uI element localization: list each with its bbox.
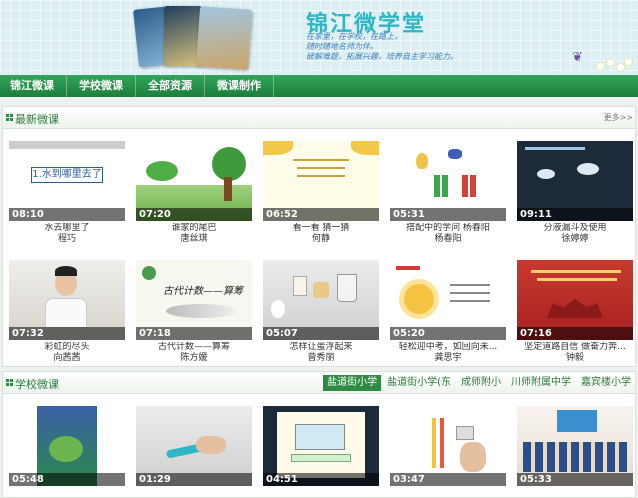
video-card[interactable]: 09:11 分液漏斗及使用 徐婷婷 xyxy=(517,141,633,245)
grid-icon xyxy=(6,379,14,387)
video-thumbnail[interactable]: 04:51 xyxy=(263,406,379,486)
video-author: 程巧 xyxy=(57,234,76,244)
video-card[interactable]: 05:31 搭配中的学问 杨春阳 杨春阳 xyxy=(390,141,506,245)
slogan-line: 在家里，在学校，在路上， xyxy=(306,32,402,41)
duration-badge: 04:51 xyxy=(263,473,379,486)
video-card[interactable]: 01:29 xyxy=(136,406,252,486)
video-card[interactable]: 05:33 xyxy=(517,406,633,486)
video-title[interactable]: 看一看 猜一猜 xyxy=(263,223,379,234)
video-thumbnail[interactable]: 09:11 xyxy=(517,141,633,221)
duration-badge: 05:20 xyxy=(390,327,506,340)
section-header: 最新微课 更多>> xyxy=(3,107,635,129)
video-title[interactable]: 彩虹的尽头 xyxy=(9,342,125,353)
duration-badge: 07:16 xyxy=(517,327,633,340)
video-title[interactable]: 坚定道路自信 做奋力奔... xyxy=(517,342,633,353)
duration-badge: 07:32 xyxy=(9,327,125,340)
duration-badge: 08:10 xyxy=(9,208,125,221)
nav-item-jinjiang-weike[interactable]: 锦江微课 xyxy=(0,75,67,97)
video-card[interactable]: 古代计数——算筹 07:18 古代计数——算筹 陈方媛 xyxy=(136,260,252,364)
video-author: 杨春阳 xyxy=(434,234,462,244)
video-card[interactable]: 05:48 xyxy=(9,406,125,486)
duration-badge: 07:20 xyxy=(136,208,252,221)
video-thumbnail[interactable]: 1.水到哪里去了 08:10 xyxy=(9,141,125,221)
video-thumbnail[interactable]: 古代计数——算筹 07:18 xyxy=(136,260,252,340)
video-thumbnail[interactable]: 07:20 xyxy=(136,141,252,221)
tab-chuanshi-middle[interactable]: 川师附属中学 xyxy=(507,375,575,391)
flower-decoration xyxy=(594,54,634,75)
book-cover-3 xyxy=(195,6,253,70)
nav-item-school-weike[interactable]: 学校微课 xyxy=(67,75,136,97)
books-illustration xyxy=(133,4,256,70)
video-thumbnail[interactable]: 03:47 xyxy=(390,406,506,486)
video-thumbnail[interactable]: 05:48 xyxy=(9,406,125,486)
video-thumbnail[interactable]: 05:07 xyxy=(263,260,379,340)
slogan-line: 随时随地名师为伴。 xyxy=(306,42,378,51)
duration-badge: 03:47 xyxy=(390,473,506,486)
latest-section: 最新微课 更多>> 1.水到哪里去了 08:10 水去哪里了 程巧 07:20 … xyxy=(2,106,636,367)
tab-yandaojie[interactable]: 盐道街小学 xyxy=(323,375,382,391)
video-thumbnail[interactable]: 07:16 xyxy=(517,260,633,340)
section-header: 学校微课 盐道街小学 盐道街小学(东 成师附小 川师附属中学 嘉宾楼小学 xyxy=(3,372,635,394)
video-card[interactable]: 06:52 看一看 猜一猜 何静 xyxy=(263,141,379,245)
video-thumbnail[interactable]: 05:33 xyxy=(517,406,633,486)
video-card[interactable]: 04:51 xyxy=(263,406,379,486)
video-title[interactable]: 古代计数——算筹 xyxy=(136,342,252,353)
video-card[interactable]: 1.水到哪里去了 08:10 水去哪里了 程巧 xyxy=(9,141,125,245)
tab-jiabinlou[interactable]: 嘉宾楼小学 xyxy=(577,375,635,391)
video-card[interactable]: 03:47 xyxy=(390,406,506,486)
duration-badge: 05:07 xyxy=(263,327,379,340)
school-section: 学校微课 盐道街小学 盐道街小学(东 成师附小 川师附属中学 嘉宾楼小学 05:… xyxy=(2,371,636,498)
video-card[interactable]: 07:16 坚定道路自信 做奋力奔... 钟毅 xyxy=(517,260,633,364)
video-card[interactable]: 07:20 谁家的尾巴 唐丝琪 xyxy=(136,141,252,245)
video-card[interactable]: 07:32 彩虹的尽头 向茜茜 xyxy=(9,260,125,364)
video-author: 徐婷婷 xyxy=(561,234,589,244)
section-title: 最新微课 xyxy=(15,113,59,126)
duration-badge: 05:48 xyxy=(9,473,125,486)
site-slogan: 在家里，在学校，在路上， 随时随地名师为伴。 破解难题，拓展兴趣，培养自主学习能… xyxy=(306,32,506,62)
section-title: 学校微课 xyxy=(15,378,59,391)
video-thumbnail[interactable]: 01:29 xyxy=(136,406,252,486)
duration-badge: 01:29 xyxy=(136,473,252,486)
video-title[interactable]: 搭配中的学问 杨春阳 xyxy=(390,223,506,234)
video-thumbnail[interactable]: 07:32 xyxy=(9,260,125,340)
slide-title: 古代计数——算筹 xyxy=(163,286,243,297)
main-nav: 锦江微课 学校微课 全部资源 微课制作 xyxy=(0,75,638,97)
tab-yandaojie-east[interactable]: 盐道街小学(东 xyxy=(383,375,455,391)
video-title[interactable]: 谁家的尾巴 xyxy=(136,223,252,234)
grid-icon xyxy=(6,114,14,122)
butterfly-icon: ❦ xyxy=(572,50,583,65)
video-title[interactable]: 分液漏斗及使用 xyxy=(517,223,633,234)
tab-chengshi-fuxiao[interactable]: 成师附小 xyxy=(457,375,505,391)
video-title[interactable]: 水去哪里了 xyxy=(9,223,125,234)
video-author: 曾秀丽 xyxy=(307,353,335,363)
video-thumbnail[interactable]: 05:20 xyxy=(390,260,506,340)
video-card[interactable]: 05:20 轻松迎中考，如回向未... 龚思宇 xyxy=(390,260,506,364)
video-author: 陈方媛 xyxy=(180,353,208,363)
duration-badge: 05:33 xyxy=(517,473,633,486)
video-author: 向茜茜 xyxy=(53,353,81,363)
more-link[interactable]: 更多>> xyxy=(604,112,633,123)
video-author: 钟毅 xyxy=(565,353,584,363)
video-thumbnail[interactable]: 06:52 xyxy=(263,141,379,221)
video-title[interactable]: 怎样让蛋浮起来 xyxy=(263,342,379,353)
video-thumbnail[interactable]: 05:31 xyxy=(390,141,506,221)
video-author: 龚思宇 xyxy=(434,353,462,363)
video-author: 何静 xyxy=(311,234,330,244)
duration-badge: 06:52 xyxy=(263,208,379,221)
nav-item-weike-making[interactable]: 微课制作 xyxy=(205,75,274,97)
duration-badge: 05:31 xyxy=(390,208,506,221)
slogan-line: 破解难题，拓展兴趣，培养自主学习能力。 xyxy=(306,52,458,61)
header-banner: 锦江微学堂 在家里，在学校，在路上， 随时随地名师为伴。 破解难题，拓展兴趣，培… xyxy=(0,0,638,75)
duration-badge: 07:18 xyxy=(136,327,252,340)
slide-title: 1.水到哪里去了 xyxy=(31,167,103,183)
school-tabs: 盐道街小学 盐道街小学(东 成师附小 川师附属中学 嘉宾楼小学 xyxy=(321,375,635,391)
nav-item-all-resources[interactable]: 全部资源 xyxy=(136,75,205,97)
video-card[interactable]: 05:07 怎样让蛋浮起来 曾秀丽 xyxy=(263,260,379,364)
video-title[interactable]: 轻松迎中考，如回向未... xyxy=(390,342,506,353)
duration-badge: 09:11 xyxy=(517,208,633,221)
video-author: 唐丝琪 xyxy=(180,234,208,244)
